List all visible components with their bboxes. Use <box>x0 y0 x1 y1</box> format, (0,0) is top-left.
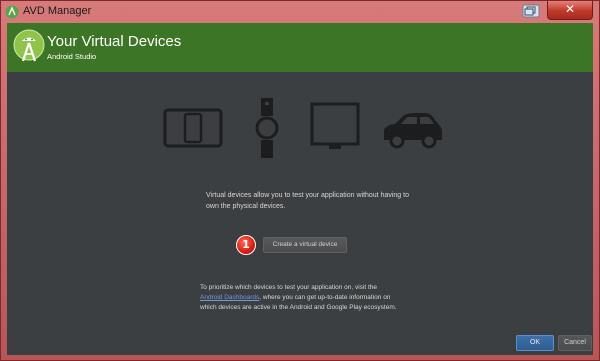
info-line-3: which devices are active in the Android … <box>200 304 397 311</box>
device-types-illustration <box>163 98 442 158</box>
restore-window-icon[interactable] <box>522 4 540 18</box>
tablet-phone-icon <box>163 108 223 148</box>
header-banner: Your Virtual Devices Android Studio <box>7 23 593 72</box>
ok-button[interactable]: OK <box>516 335 554 351</box>
watch-icon <box>255 98 279 158</box>
avd-manager-window: AVD Manager ✕ Your Virtual Devices Andro… <box>0 0 600 361</box>
android-studio-logo-icon <box>13 29 45 62</box>
create-virtual-device-button[interactable]: Create a virtual device <box>263 237 347 253</box>
step-number-badge: 1 <box>236 235 256 255</box>
car-icon <box>384 113 442 149</box>
info-line-2-text: , where you can get up-to-date informati… <box>259 294 391 301</box>
dashboard-info: To prioritize which devices to test your… <box>200 283 420 313</box>
dialog-content: Your Virtual Devices Android Studio Virt… <box>7 23 593 355</box>
intro-line-2: own the physical devices. <box>206 203 286 210</box>
android-studio-app-icon <box>5 5 19 19</box>
cancel-button[interactable]: Cancel <box>558 335 592 351</box>
android-dashboards-link[interactable]: Android Dashboards <box>200 294 259 301</box>
tv-icon <box>310 102 360 149</box>
info-line-2: Android Dashboards, where you can get up… <box>200 293 420 303</box>
window-titlebar[interactable]: AVD Manager ✕ <box>1 1 599 23</box>
close-window-button[interactable]: ✕ <box>547 1 593 20</box>
intro-line-1: Virtual devices allow you to test your a… <box>206 192 409 199</box>
page-subtitle: Android Studio <box>47 52 97 61</box>
intro-description: Virtual devices allow you to test your a… <box>206 190 446 212</box>
window-title: AVD Manager <box>23 5 92 17</box>
info-line-1: To prioritize which devices to test your… <box>200 284 378 291</box>
page-title: Your Virtual Devices <box>47 33 182 50</box>
